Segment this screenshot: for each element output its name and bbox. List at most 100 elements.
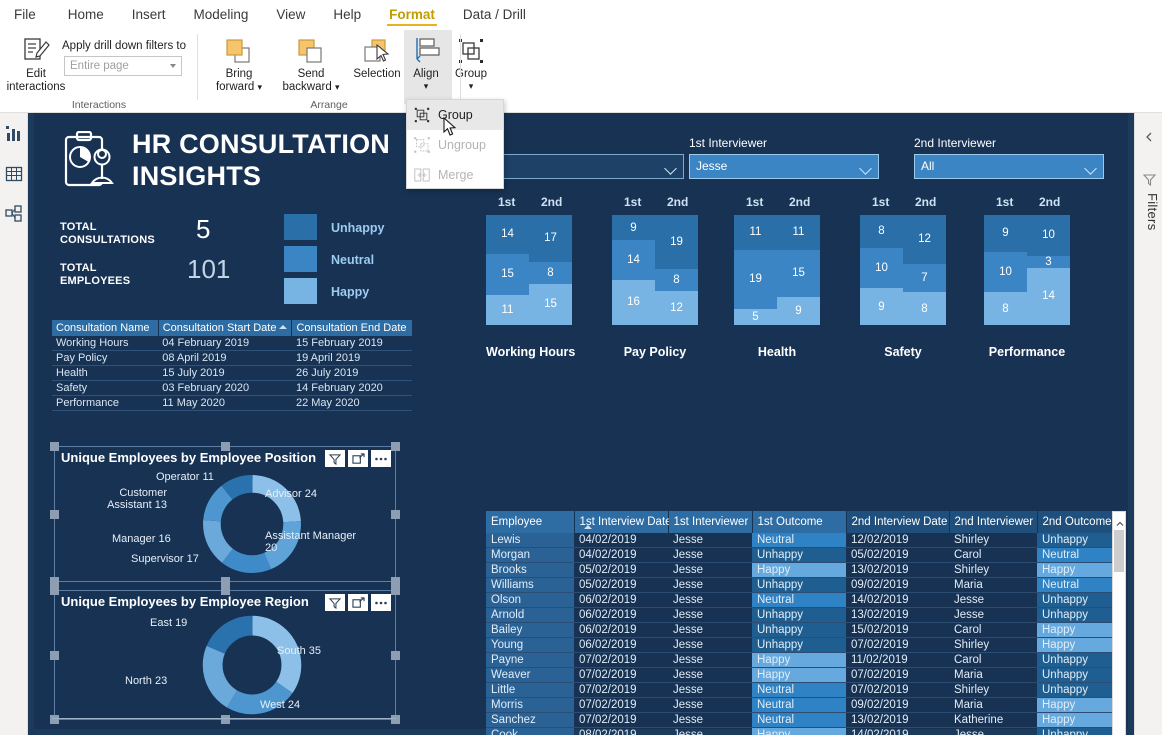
visual-employees-by-region[interactable]: Unique Employees by Employee Region Sout… <box>50 586 400 724</box>
outcome-cell[interactable]: 10 <box>860 247 903 289</box>
col-1st-outcome[interactable]: 1st Outcome <box>752 511 847 533</box>
table-row[interactable]: Lewis 04/02/2019 Jesse Neutral 12/02/2019 Shi… <box>486 533 1119 549</box>
col-employee[interactable]: Employee <box>486 511 575 533</box>
table-row[interactable]: Sanchez 07/02/2019 Jesse Neutral 13/02/2019 K… <box>486 712 1119 729</box>
resize-handle[interactable] <box>50 586 59 595</box>
resize-handle[interactable] <box>391 510 400 519</box>
send-backward-button[interactable]: Send backward ▾ <box>275 34 347 93</box>
table-row[interactable]: Bailey 06/02/2019 Jesse Unhappy 15/02/2019 Ca… <box>486 622 1119 639</box>
outcome-cell[interactable]: 11 <box>734 215 777 250</box>
ribbon-tab-help[interactable]: Help <box>319 4 375 28</box>
col-2nd-interviewer[interactable]: 2nd Interviewer <box>949 511 1038 533</box>
table-row[interactable]: Cook08/02/2019JesseHappy14/02/2019JesseU… <box>486 727 1119 735</box>
table-row[interactable]: Weaver 07/02/2019 Jesse Happy 07/02/2019 Mari… <box>486 667 1119 684</box>
table-row[interactable]: Payne 07/02/2019 Jesse Happy 11/02/2019 Carol… <box>486 652 1119 669</box>
ribbon-tab-home[interactable]: Home <box>54 4 118 28</box>
resize-handle[interactable] <box>50 715 59 724</box>
resize-handle[interactable] <box>391 715 400 724</box>
outcome-cell[interactable]: 15 <box>777 249 820 297</box>
resize-handle[interactable] <box>50 442 59 451</box>
table-row[interactable]: Young 06/02/2019 Jesse Unhappy 07/02/2019 Shi… <box>486 637 1119 654</box>
report-view-icon[interactable] <box>5 125 23 143</box>
col-consultation-name[interactable]: Consultation Name <box>52 320 159 336</box>
outcome-cell[interactable]: 9 <box>777 296 820 325</box>
data-view-icon[interactable] <box>5 165 23 183</box>
filter-icon[interactable] <box>325 594 345 611</box>
menu-item-merge[interactable]: Merge <box>407 160 503 190</box>
table-row[interactable]: Health 15 July 2019 26 July 2019 <box>52 365 412 381</box>
outcome-cell[interactable]: 17 <box>529 215 572 262</box>
data-table-scrollbar[interactable] <box>1112 511 1126 735</box>
outcome-cell[interactable]: 10 <box>1027 215 1070 256</box>
table-row[interactable]: Williams 05/02/2019 Jesse Unhappy 09/02/2019… <box>486 577 1119 594</box>
outcome-cell[interactable]: 15 <box>486 253 529 295</box>
ribbon-tab-format[interactable]: Format <box>375 4 449 28</box>
scrollbar-thumb[interactable] <box>1114 530 1124 572</box>
col-2nd-interview-date[interactable]: 2nd Interview Date <box>846 511 950 533</box>
outcome-cell[interactable]: 9 <box>984 215 1027 252</box>
apply-drill-filters-select[interactable]: Entire page <box>64 56 182 76</box>
table-row[interactable]: Morris 07/02/2019 Jesse Neutral 09/02/2019 Ma… <box>486 697 1119 714</box>
resize-handle[interactable] <box>391 586 400 595</box>
slicer-1st-interviewer[interactable]: Jesse <box>689 154 879 179</box>
filter-icon[interactable] <box>325 450 345 467</box>
outcome-cell[interactable]: 14 <box>612 240 655 280</box>
outcome-cell[interactable]: 8 <box>984 292 1027 325</box>
outcome-cell[interactable]: 9 <box>860 288 903 325</box>
outcome-cell[interactable]: 14 <box>1027 267 1070 325</box>
more-options-icon[interactable] <box>371 594 391 611</box>
ribbon-tab-modeling[interactable]: Modeling <box>180 4 263 28</box>
outcome-cell[interactable]: 16 <box>612 279 655 325</box>
table-row[interactable]: Brooks 05/02/2019 Jesse Happy 13/02/2019 Shir… <box>486 562 1119 579</box>
consultation-table[interactable]: Consultation Name Consultation Start Dat… <box>52 320 412 411</box>
resize-handle[interactable] <box>391 442 400 451</box>
outcome-cell[interactable]: 19 <box>655 215 698 269</box>
selection-button[interactable]: Selection <box>349 34 405 81</box>
outcome-cell[interactable]: 3 <box>1027 255 1070 268</box>
outcome-cell[interactable]: 7 <box>903 263 946 293</box>
col-consultation-start-date[interactable]: Consultation Start Date <box>158 320 293 336</box>
interview-data-table[interactable]: Employee 1st Interview Date 1st Intervie… <box>486 511 1126 735</box>
ribbon-tab-file[interactable]: File <box>4 4 54 28</box>
resize-handle[interactable] <box>50 510 59 519</box>
resize-handle[interactable] <box>50 651 59 660</box>
table-row[interactable]: Olson 06/02/2019 Jesse Neutral 14/02/2019 Jes… <box>486 592 1119 609</box>
table-row[interactable]: Safety 03 February 2020 14 February 2020 <box>52 380 412 396</box>
focus-mode-icon[interactable] <box>348 450 368 467</box>
outcome-cell[interactable]: 11 <box>777 215 820 250</box>
outcome-cell[interactable]: 9 <box>612 215 655 241</box>
chevron-left-icon[interactable] <box>1143 131 1155 143</box>
resize-handle[interactable] <box>221 586 230 595</box>
col-1st-interview-date[interactable]: 1st Interview Date <box>574 511 672 533</box>
outcome-cell[interactable]: 8 <box>655 268 698 292</box>
table-row[interactable]: Little 07/02/2019 Jesse Neutral 07/02/2019 Sh… <box>486 682 1119 699</box>
group-button[interactable]: Group ▾ <box>449 34 493 92</box>
outcome-cell[interactable]: 15 <box>529 283 572 325</box>
table-row[interactable]: Arnold 06/02/2019 Jesse Unhappy 13/02/2019 Je… <box>486 607 1119 624</box>
outcome-cell[interactable]: 11 <box>486 294 529 325</box>
col-1st-interviewer[interactable]: 1st Interviewer <box>668 511 753 533</box>
outcome-cell[interactable]: 12 <box>903 215 946 264</box>
slicer-2nd-interviewer[interactable]: All <box>914 154 1104 179</box>
col-consultation-end-date[interactable]: Consultation End Date <box>291 320 412 336</box>
table-row[interactable]: Performance 11 May 2020 22 May 2020 <box>52 395 412 411</box>
bring-forward-button[interactable]: Bring forward ▾ <box>205 34 273 93</box>
ribbon-tab-view[interactable]: View <box>262 4 319 28</box>
resize-handle[interactable] <box>50 577 59 586</box>
outcome-cell[interactable]: 19 <box>734 249 777 310</box>
col-2nd-outcome[interactable]: 2nd Outcome <box>1037 511 1119 533</box>
table-row[interactable]: Working Hours 04 February 2019 15 February… <box>52 336 412 351</box>
edit-interactions-button[interactable]: Edit interactions <box>7 34 65 93</box>
outcome-cell[interactable]: 8 <box>860 215 903 248</box>
table-row[interactable]: Morgan 04/02/2019 Jesse Unhappy 05/02/2019 Ca… <box>486 547 1119 564</box>
resize-handle[interactable] <box>391 577 400 586</box>
outcome-cell[interactable]: 8 <box>529 261 572 284</box>
focus-mode-icon[interactable] <box>348 594 368 611</box>
scroll-up-icon[interactable] <box>1116 517 1124 526</box>
outcome-cell[interactable]: 8 <box>903 292 946 325</box>
resize-handle[interactable] <box>221 577 230 586</box>
align-button[interactable]: Align ▾ <box>405 34 447 92</box>
outcome-cell[interactable]: 5 <box>734 309 777 325</box>
ribbon-tab-data-drill[interactable]: Data / Drill <box>449 4 540 28</box>
outcome-cell[interactable]: 14 <box>486 215 529 254</box>
